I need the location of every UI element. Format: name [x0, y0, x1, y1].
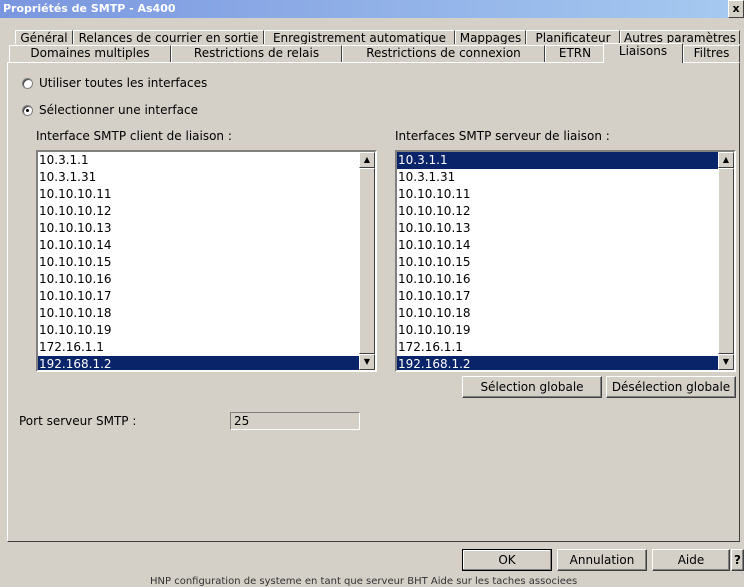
cancel-button[interactable]: Annulation [557, 549, 647, 571]
scroll-up-icon[interactable]: ▲ [718, 152, 734, 168]
list-item[interactable]: 10.10.10.14 [38, 237, 359, 254]
list-item[interactable]: 192.168.1.2 [38, 356, 359, 370]
list-item[interactable]: 10.10.10.17 [397, 288, 718, 305]
close-icon: x [732, 2, 740, 15]
tab-relances[interactable]: Relances de courrier en sortie [73, 30, 264, 44]
client-interface-list[interactable]: 10.3.1.1 10.3.1.31 10.10.10.11 10.10.10.12 1… [36, 150, 377, 372]
list-item[interactable]: 10.3.1.1 [397, 152, 718, 169]
list-item[interactable]: 10.10.10.15 [38, 254, 359, 271]
list-item[interactable]: 10.10.10.16 [38, 271, 359, 288]
tab-planificateur[interactable]: Planificateur [526, 30, 620, 44]
question-icon[interactable]: ? [731, 549, 744, 571]
list-item[interactable]: 10.10.10.14 [397, 237, 718, 254]
port-field[interactable]: 25 [230, 412, 360, 430]
list-item[interactable]: 10.10.10.17 [38, 288, 359, 305]
list-item[interactable]: 10.10.10.12 [397, 203, 718, 220]
tab-restrictions-relais[interactable]: Restrictions de relais [171, 45, 342, 62]
radio-select-interface-circle[interactable] [22, 104, 33, 116]
list-item[interactable]: 10.10.10.19 [397, 322, 718, 339]
list-item[interactable]: 10.3.1.31 [397, 169, 718, 186]
client-scroll-thumb[interactable] [359, 168, 375, 354]
scroll-down-icon[interactable]: ▼ [359, 354, 375, 370]
deselect-all-button[interactable]: Désélection globale [606, 376, 736, 398]
tab-mappages[interactable]: Mappages [455, 30, 526, 44]
list-item[interactable]: 10.10.10.18 [38, 305, 359, 322]
window-title-bar: Propriétés de SMTP - As400 x [0, 0, 744, 18]
list-item[interactable]: 10.3.1.1 [38, 152, 359, 169]
close-button[interactable]: x [728, 0, 744, 18]
list-item[interactable]: 10.10.10.11 [397, 186, 718, 203]
list-item[interactable]: 10.10.10.18 [397, 305, 718, 322]
server-interface-list[interactable]: 10.3.1.1 10.3.1.31 10.10.10.11 10.10.10.12 1… [395, 150, 736, 372]
window-title: Propriétés de SMTP - As400 [3, 2, 176, 15]
radio-all-interfaces[interactable]: Utiliser toutes les interfaces [22, 75, 207, 91]
select-all-button[interactable]: Sélection globale [462, 376, 602, 398]
server-list-scrollbar[interactable]: ▲ ▼ [718, 152, 734, 370]
list-item[interactable]: 10.10.10.13 [397, 220, 718, 237]
tab-autres-parametres[interactable]: Autres paramètres [620, 30, 740, 44]
port-label: Port serveur SMTP : [19, 414, 137, 428]
client-list-scrollbar[interactable]: ▲ ▼ [359, 152, 375, 370]
radio-select-interface[interactable]: Sélectionner une interface [22, 102, 198, 118]
tab-restrictions-connexion[interactable]: Restrictions de connexion [342, 45, 545, 62]
list-item[interactable]: 10.10.10.12 [38, 203, 359, 220]
server-interface-items: 10.3.1.1 10.3.1.31 10.10.10.11 10.10.10.12 1… [397, 152, 718, 370]
list-item[interactable]: 10.10.10.15 [397, 254, 718, 271]
list-item[interactable]: 10.10.10.11 [38, 186, 359, 203]
list-item[interactable]: 172.16.1.1 [38, 339, 359, 356]
tab-filtres[interactable]: Filtres [683, 45, 740, 62]
tab-general[interactable]: Général [15, 30, 73, 44]
radio-all-interfaces-circle[interactable] [22, 77, 33, 89]
list-item[interactable]: 10.3.1.31 [38, 169, 359, 186]
radio-select-interface-label: Sélectionner une interface [39, 103, 198, 117]
list-item[interactable]: 192.168.1.2 [397, 356, 718, 370]
list-item[interactable]: 10.10.10.16 [397, 271, 718, 288]
background-window-text: HNP configuration de systeme en tant que… [150, 576, 578, 587]
list-item[interactable]: 172.16.1.1 [397, 339, 718, 356]
list-item[interactable]: 10.10.10.19 [38, 322, 359, 339]
radio-all-interfaces-label: Utiliser toutes les interfaces [39, 76, 208, 90]
ok-button[interactable]: OK [462, 549, 552, 571]
tab-enregistrement[interactable]: Enregistrement automatique [264, 30, 455, 44]
server-scroll-thumb[interactable] [718, 168, 734, 354]
client-interface-items: 10.3.1.1 10.3.1.31 10.10.10.11 10.10.10.12 1… [38, 152, 359, 370]
tab-liaisons[interactable]: Liaisons [603, 43, 683, 63]
scroll-up-icon[interactable]: ▲ [359, 152, 375, 168]
help-button[interactable]: Aide [652, 549, 730, 571]
tab-domaines-multiples[interactable]: Domaines multiples [9, 45, 171, 62]
scroll-down-icon[interactable]: ▼ [718, 354, 734, 370]
tab-etrn[interactable]: ETRN [545, 45, 605, 62]
client-list-label: Interface SMTP client de liaison : [36, 129, 232, 143]
list-item[interactable]: 10.10.10.13 [38, 220, 359, 237]
server-list-label: Interfaces SMTP serveur de liaison : [395, 129, 610, 143]
